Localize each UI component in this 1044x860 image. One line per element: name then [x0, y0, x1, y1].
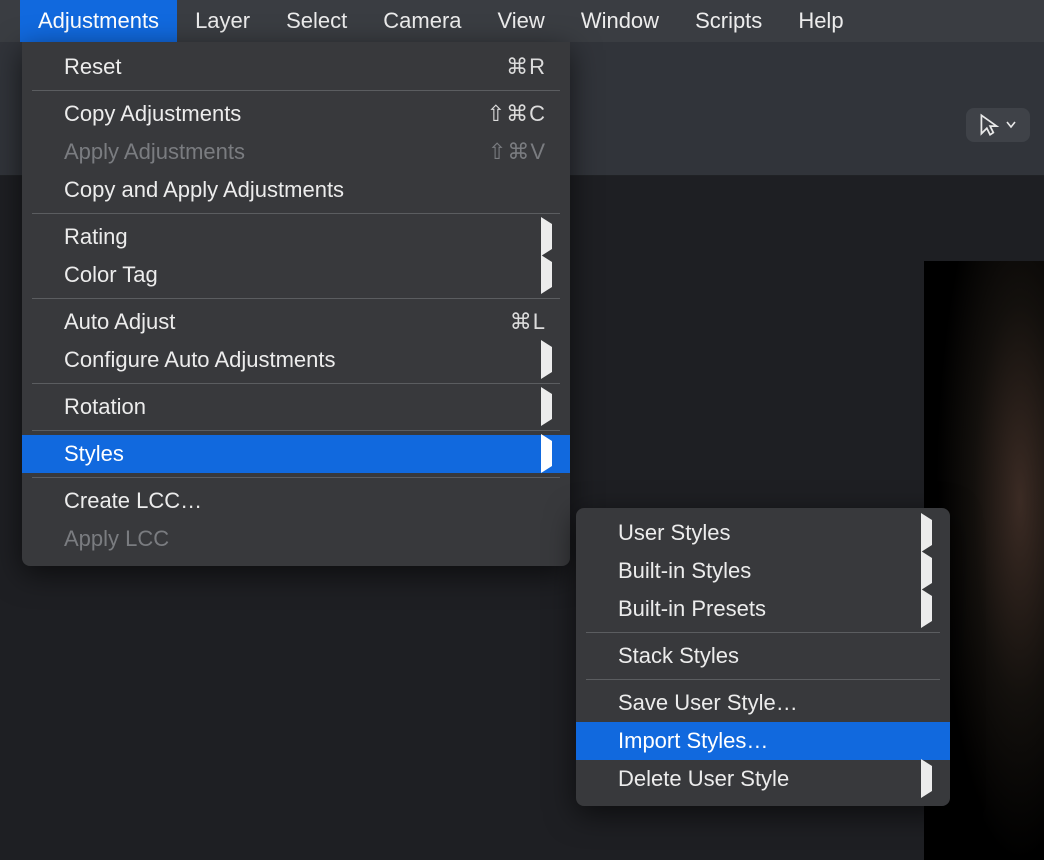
menubar-left-pad [0, 0, 20, 42]
adjustments-menu-item-rotation[interactable]: Rotation [22, 388, 570, 426]
menu-separator [32, 430, 560, 431]
chevron-down-icon [1006, 121, 1016, 129]
menu-separator [32, 383, 560, 384]
menubar-item-select[interactable]: Select [268, 0, 365, 42]
menu-separator [32, 90, 560, 91]
styles-submenu-item-delete-user-style[interactable]: Delete User Style [576, 760, 950, 798]
adjustments-menu-item-create-lcc[interactable]: Create LCC… [22, 482, 570, 520]
adjustments-menu-item-apply-lcc: Apply LCC [22, 520, 570, 558]
adjustments-menu-item-color-tag[interactable]: Color Tag [22, 256, 570, 294]
menubar-item-label: Window [581, 8, 659, 34]
adjustments-menu-item-copy-and-apply-adjustments[interactable]: Copy and Apply Adjustments [22, 171, 570, 209]
menu-item-label: Stack Styles [618, 643, 926, 669]
styles-submenu-item-stack-styles[interactable]: Stack Styles [576, 637, 950, 675]
cursor-icon [976, 112, 1002, 138]
menubar-item-view[interactable]: View [480, 0, 563, 42]
menu-item-label: Delete User Style [618, 766, 926, 792]
menu-item-label: Rating [64, 224, 546, 250]
menu-item-label: Copy and Apply Adjustments [64, 177, 546, 203]
menubar-item-label: Select [286, 8, 347, 34]
styles-submenu: User Styles Built-in Styles Built-in Prese… [576, 508, 950, 806]
menubar-item-scripts[interactable]: Scripts [677, 0, 780, 42]
menu-separator [32, 213, 560, 214]
adjustments-menu-item-auto-adjust[interactable]: Auto Adjust⌘L [22, 303, 570, 341]
menubar-item-label: Camera [383, 8, 461, 34]
menubar-item-camera[interactable]: Camera [365, 0, 479, 42]
submenu-arrow-icon [921, 558, 932, 584]
menu-item-label: Auto Adjust [64, 309, 510, 335]
menubar-item-label: Scripts [695, 8, 762, 34]
adjustments-menu-item-styles[interactable]: Styles [22, 435, 570, 473]
menubar-item-label: Help [798, 8, 843, 34]
styles-submenu-item-import-styles[interactable]: Import Styles… [576, 722, 950, 760]
styles-submenu-item-user-styles[interactable]: User Styles [576, 514, 950, 552]
submenu-arrow-icon [541, 262, 552, 288]
submenu-arrow-icon [541, 224, 552, 250]
submenu-arrow-icon [921, 596, 932, 622]
adjustments-menu: Reset⌘RCopy Adjustments⇧⌘CApply Adjustme… [22, 42, 570, 566]
submenu-arrow-icon [541, 347, 552, 373]
styles-submenu-item-built-in-styles[interactable]: Built-in Styles [576, 552, 950, 590]
menu-item-label: Copy Adjustments [64, 101, 487, 127]
cursor-tool-button[interactable] [966, 108, 1030, 142]
menubar-item-label: Adjustments [38, 8, 159, 34]
menu-item-label: User Styles [618, 520, 926, 546]
menu-item-shortcut: ⇧⌘C [487, 101, 546, 127]
menu-item-label: Built-in Presets [618, 596, 926, 622]
menubar-item-window[interactable]: Window [563, 0, 677, 42]
submenu-arrow-icon [921, 520, 932, 546]
menu-item-label: Apply LCC [64, 526, 546, 552]
adjustments-menu-item-copy-adjustments[interactable]: Copy Adjustments⇧⌘C [22, 95, 570, 133]
menubar-item-label: View [498, 8, 545, 34]
menu-item-label: Save User Style… [618, 690, 926, 716]
menubar: Adjustments Layer Select Camera View Window Sc… [0, 0, 1044, 42]
adjustments-menu-item-apply-adjustments: Apply Adjustments⇧⌘V [22, 133, 570, 171]
menu-item-label: Configure Auto Adjustments [64, 347, 546, 373]
submenu-arrow-icon [541, 394, 552, 420]
menubar-item-label: Layer [195, 8, 250, 34]
menu-separator [32, 477, 560, 478]
menu-item-shortcut: ⌘R [506, 54, 546, 80]
menu-item-label: Reset [64, 54, 506, 80]
menu-item-label: Apply Adjustments [64, 139, 488, 165]
adjustments-menu-item-reset[interactable]: Reset⌘R [22, 48, 570, 86]
menubar-item-help[interactable]: Help [780, 0, 861, 42]
menu-item-label: Styles [64, 441, 546, 467]
menu-separator [586, 632, 940, 633]
menu-item-label: Built-in Styles [618, 558, 926, 584]
menu-item-label: Color Tag [64, 262, 546, 288]
styles-submenu-item-built-in-presets[interactable]: Built-in Presets [576, 590, 950, 628]
styles-submenu-item-save-user-style[interactable]: Save User Style… [576, 684, 950, 722]
submenu-arrow-icon [921, 766, 932, 792]
menubar-item-adjustments[interactable]: Adjustments [20, 0, 177, 42]
menu-item-shortcut: ⇧⌘V [488, 139, 546, 165]
menu-separator [586, 679, 940, 680]
adjustments-menu-item-configure-auto-adjustments[interactable]: Configure Auto Adjustments [22, 341, 570, 379]
menu-item-label: Import Styles… [618, 728, 926, 754]
menu-item-shortcut: ⌘L [510, 309, 546, 335]
menubar-item-layer[interactable]: Layer [177, 0, 268, 42]
menu-separator [32, 298, 560, 299]
submenu-arrow-icon [541, 441, 552, 467]
menu-item-label: Create LCC… [64, 488, 546, 514]
menu-item-label: Rotation [64, 394, 546, 420]
adjustments-menu-item-rating[interactable]: Rating [22, 218, 570, 256]
